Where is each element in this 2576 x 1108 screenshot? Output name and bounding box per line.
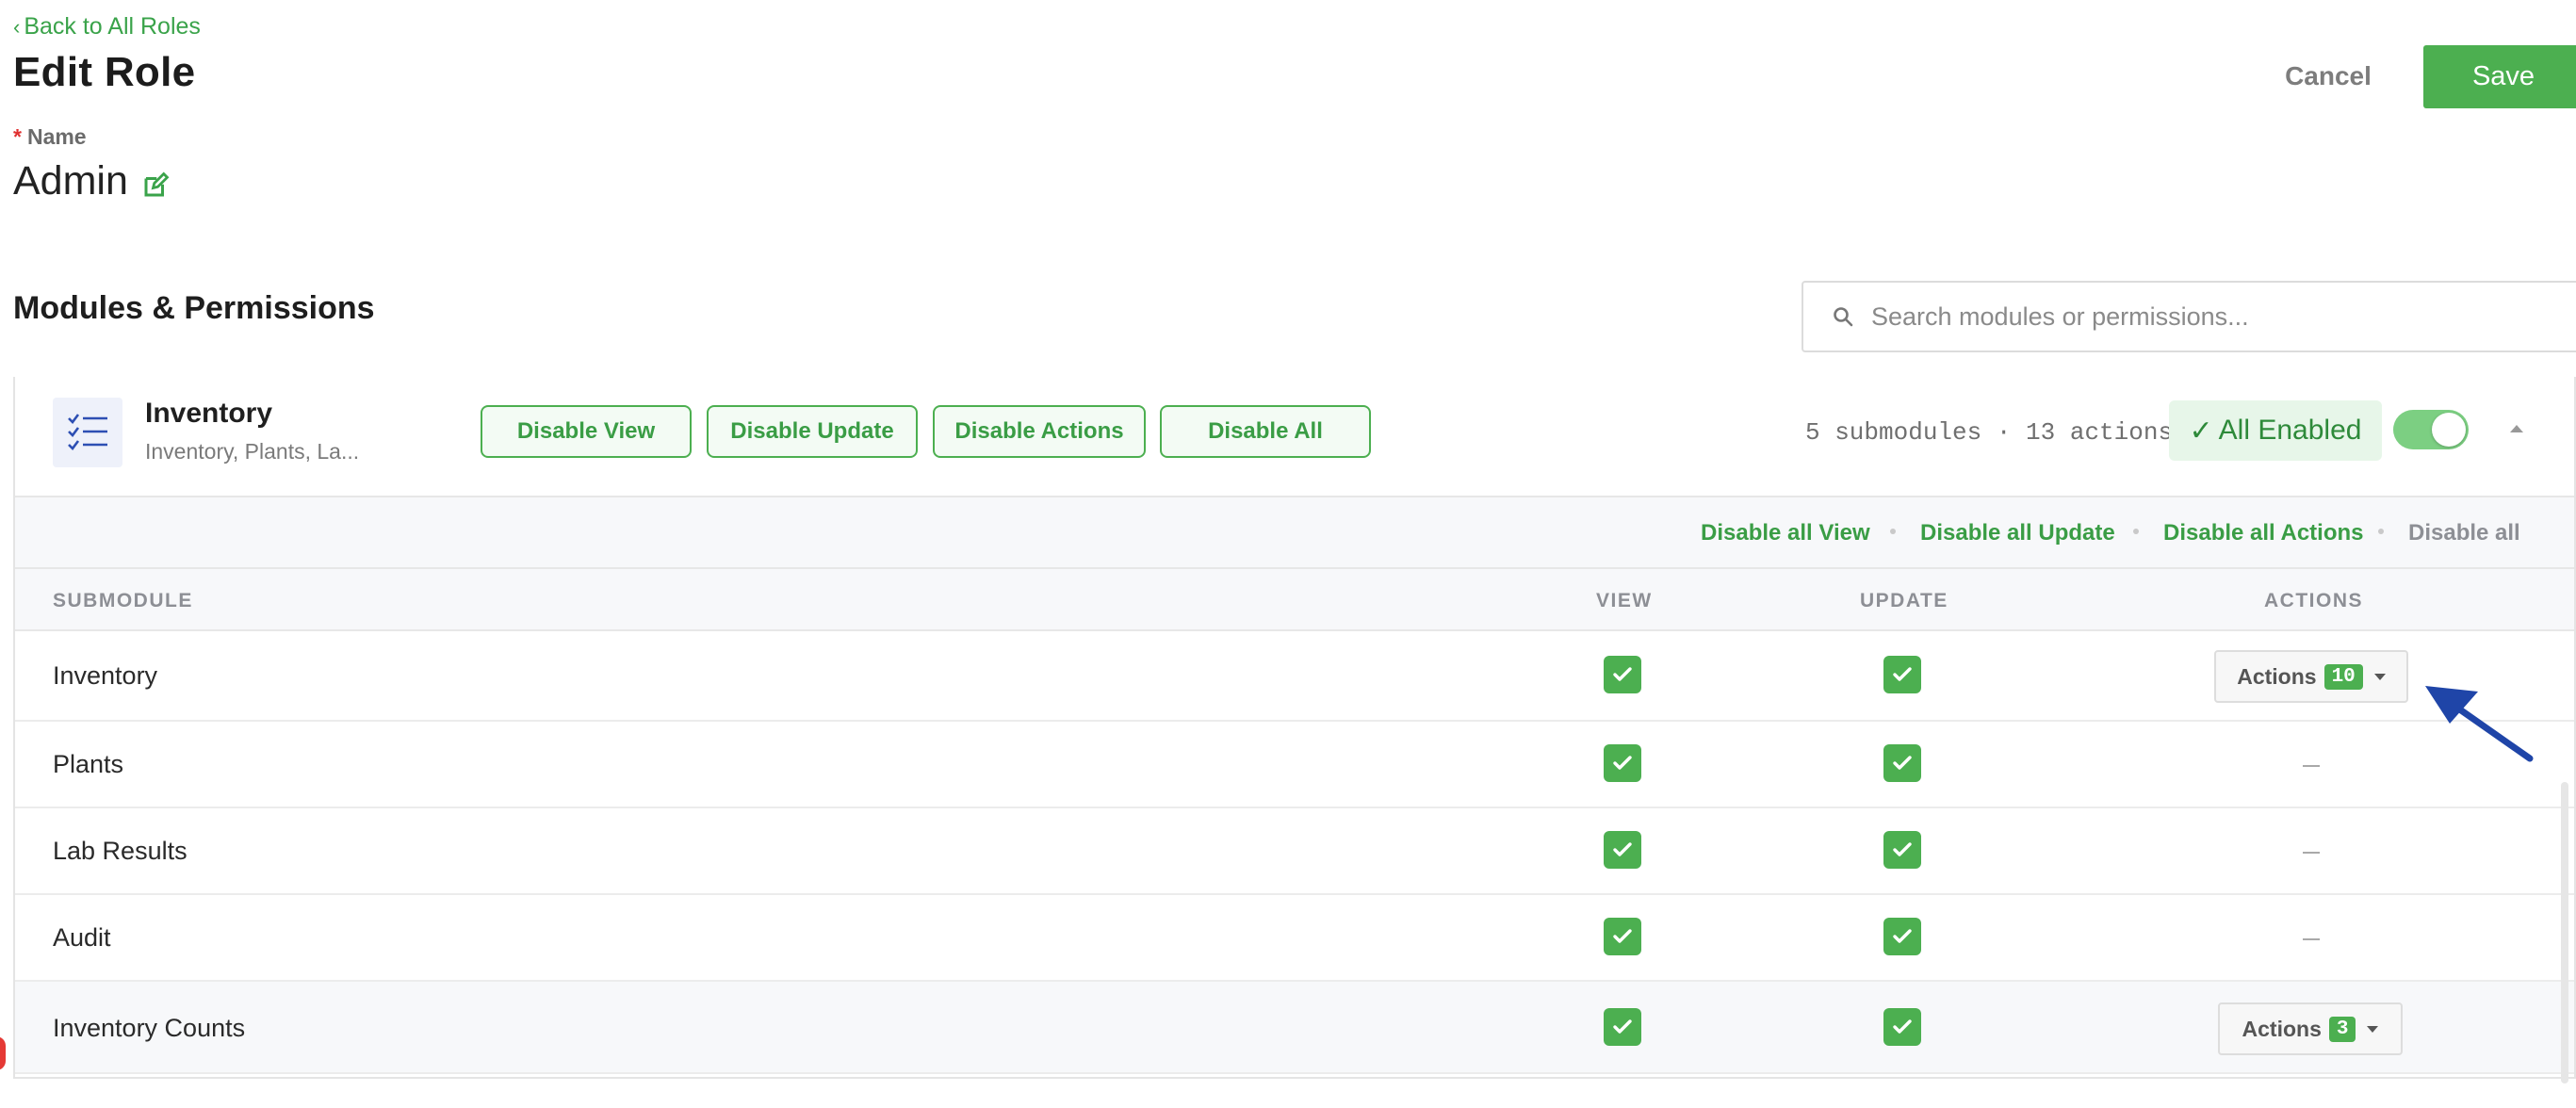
- caret-down-icon: [2367, 1025, 2379, 1033]
- update-checkbox[interactable]: [1883, 656, 1921, 693]
- disable-all-button[interactable]: Disable All: [1160, 405, 1371, 458]
- module-counts: 5 submodules · 13 actions: [1805, 418, 2174, 447]
- view-checkbox[interactable]: [1604, 918, 1641, 955]
- search-input[interactable]: [1871, 301, 2531, 332]
- submodule-name: Inventory Counts: [53, 1014, 246, 1042]
- table-row: Audit: [15, 895, 2574, 982]
- table-header: SUBMODULE VIEW UPDATE ACTIONS: [15, 569, 2574, 631]
- check-icon: [1893, 667, 1912, 681]
- disable-all-view-link[interactable]: Disable all View: [1701, 520, 1870, 546]
- chevron-left-icon: ‹: [13, 14, 21, 39]
- check-icon: [1613, 929, 1632, 943]
- column-submodule: SUBMODULE: [53, 590, 193, 611]
- check-icon: [1613, 1019, 1632, 1034]
- check-icon: [1613, 842, 1632, 856]
- scrollbar[interactable]: [2561, 782, 2568, 1084]
- toggle-knob: [2432, 413, 2466, 447]
- table-row: Plants: [15, 722, 2574, 808]
- notification-dot: [0, 1036, 6, 1070]
- back-link-label: Back to All Roles: [24, 13, 201, 40]
- submodule-name: Lab Results: [53, 837, 187, 865]
- edit-icon[interactable]: [141, 171, 170, 200]
- update-checkbox[interactable]: [1883, 918, 1921, 955]
- update-checkbox[interactable]: [1883, 831, 1921, 869]
- view-checkbox[interactable]: [1604, 831, 1641, 869]
- search-icon: [1834, 307, 1853, 327]
- check-icon: [1893, 842, 1912, 856]
- submodule-name: Plants: [53, 750, 124, 778]
- module-name: Inventory: [145, 398, 273, 429]
- name-label-text: Name: [26, 124, 87, 149]
- actions-count-badge: 10: [2323, 663, 2363, 690]
- status-badge-label: All Enabled: [2218, 415, 2362, 446]
- page-title: Edit Role: [13, 49, 196, 95]
- bulk-actions-bar: Disable all View Disable all Update Disa…: [15, 497, 2574, 569]
- pointer-arrow-icon: [2425, 686, 2534, 762]
- disable-all-link[interactable]: Disable all: [2408, 520, 2520, 546]
- separator-dot: [2378, 529, 2384, 534]
- no-actions-dash: [2303, 938, 2320, 940]
- table-row: Lab Results: [15, 808, 2574, 895]
- column-actions: ACTIONS: [2264, 590, 2363, 611]
- status-badge: ✓ All Enabled: [2169, 400, 2382, 461]
- actions-label: Actions: [2237, 663, 2317, 689]
- check-icon: [1613, 756, 1632, 770]
- column-view: VIEW: [1596, 590, 1653, 611]
- back-to-roles-link[interactable]: ‹ Back to All Roles: [13, 13, 201, 41]
- disable-update-button[interactable]: Disable Update: [707, 405, 918, 458]
- check-icon: [1893, 929, 1912, 943]
- role-name-value: Admin: [13, 158, 128, 204]
- view-checkbox[interactable]: [1604, 744, 1641, 782]
- search-box[interactable]: [1802, 281, 2576, 352]
- check-icon: [1893, 1019, 1912, 1034]
- name-label: * Name: [13, 124, 87, 150]
- submodule-name: Inventory: [53, 661, 158, 690]
- disable-all-update-link[interactable]: Disable all Update: [1920, 520, 2115, 546]
- no-actions-dash: [2303, 765, 2320, 767]
- update-checkbox[interactable]: [1883, 744, 1921, 782]
- separator-dot: [1890, 529, 1896, 534]
- disable-view-button[interactable]: Disable View: [481, 405, 692, 458]
- no-actions-dash: [2303, 852, 2320, 854]
- required-mark: *: [13, 124, 22, 149]
- module-toggle[interactable]: [2393, 410, 2469, 449]
- module-card-inventory: Inventory Inventory, Plants, La... Disab…: [13, 377, 2576, 1079]
- separator-dot: [2133, 529, 2139, 534]
- check-icon: ✓: [2189, 415, 2213, 447]
- table-row: Inventory Actions 10: [15, 631, 2574, 722]
- chevron-up-icon[interactable]: [2503, 415, 2531, 443]
- section-title: Modules & Permissions: [13, 290, 375, 326]
- actions-label: Actions: [2242, 1016, 2322, 1041]
- cancel-button[interactable]: Cancel: [2258, 45, 2399, 107]
- checklist-icon: [53, 398, 122, 467]
- table-row: Inventory Counts Actions 3: [15, 982, 2574, 1074]
- disable-all-actions-link[interactable]: Disable all Actions: [2163, 520, 2364, 546]
- actions-dropdown[interactable]: Actions 10: [2214, 650, 2408, 703]
- disable-actions-button[interactable]: Disable Actions: [933, 405, 1146, 458]
- module-header: Inventory Inventory, Plants, La... Disab…: [15, 377, 2574, 497]
- caret-down-icon: [2373, 673, 2386, 680]
- column-update: UPDATE: [1860, 590, 1948, 611]
- view-checkbox[interactable]: [1604, 656, 1641, 693]
- submodule-name: Audit: [53, 923, 111, 952]
- save-button[interactable]: Save: [2423, 45, 2576, 108]
- actions-dropdown[interactable]: Actions 3: [2218, 1002, 2403, 1055]
- module-subtitle: Inventory, Plants, La...: [145, 439, 360, 464]
- actions-count-badge: 3: [2328, 1016, 2356, 1042]
- role-name: Admin: [13, 158, 170, 204]
- view-checkbox[interactable]: [1604, 1008, 1641, 1046]
- check-icon: [1613, 667, 1632, 681]
- update-checkbox[interactable]: [1883, 1008, 1921, 1046]
- check-icon: [1893, 756, 1912, 770]
